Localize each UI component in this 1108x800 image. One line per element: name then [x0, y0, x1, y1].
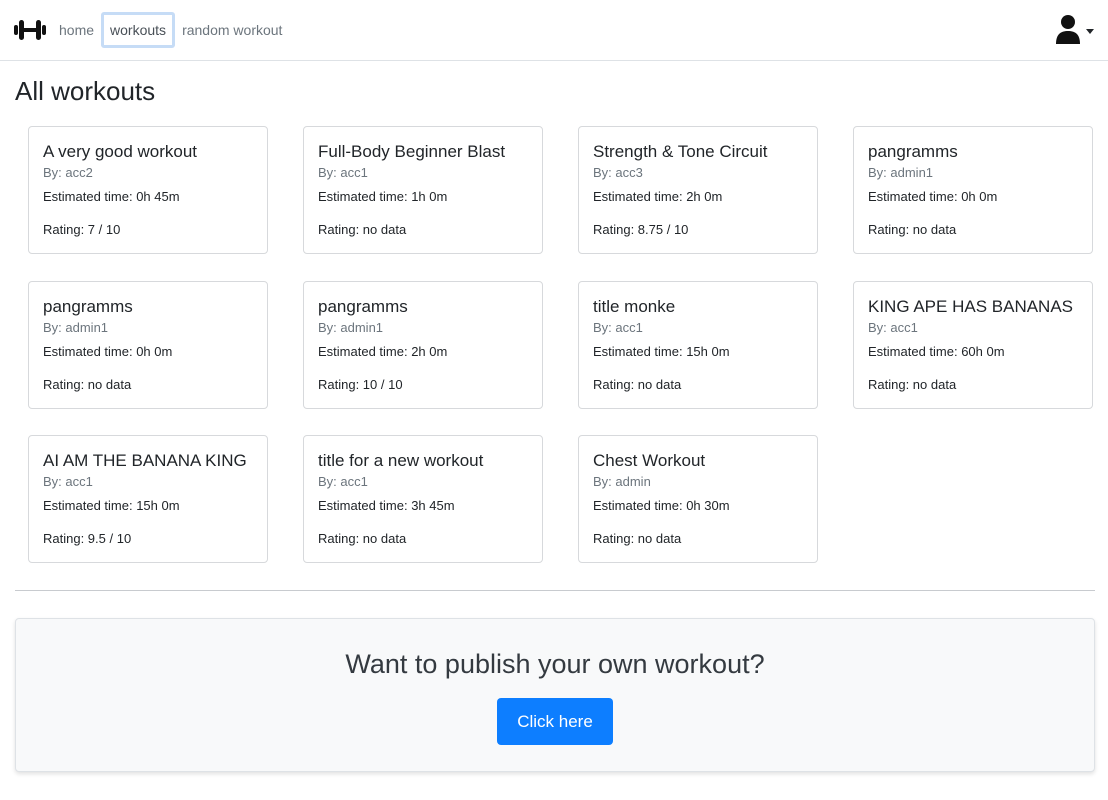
workout-title[interactable]: Strength & Tone Circuit — [593, 141, 803, 163]
workout-time: Estimated time: 2h 0m — [318, 344, 448, 359]
workout-time: Estimated time: 15h 0m — [43, 498, 180, 513]
workout-time: Estimated time: 15h 0m — [593, 344, 730, 359]
workout-author: By: admin1 — [43, 320, 109, 335]
dumbbell-icon[interactable] — [14, 16, 48, 44]
workout-time: Estimated time: 2h 0m — [593, 189, 723, 204]
workout-author: By: acc1 — [318, 474, 368, 489]
page-title: All workouts — [15, 76, 156, 106]
workout-rating: Rating: 8.75 / 10 — [593, 222, 689, 237]
workout-rating: Rating: no data — [593, 377, 682, 392]
workout-card[interactable]: pangramms By: admin1 Estimated time: 2h … — [303, 281, 543, 409]
workout-card[interactable]: pangramms By: admin1 Estimated time: 0h … — [28, 281, 268, 409]
workout-card[interactable]: title monke By: acc1 Estimated time: 15h… — [578, 281, 818, 409]
workout-title[interactable]: pangramms — [43, 296, 253, 318]
workout-card[interactable]: Chest Workout By: admin Estimated time: … — [578, 435, 818, 563]
workout-card[interactable]: pangramms By: admin1 Estimated time: 0h … — [853, 126, 1093, 254]
workout-rating: Rating: 10 / 10 — [318, 377, 403, 392]
workout-card[interactable]: Strength & Tone Circuit By: acc3 Estimat… — [578, 126, 818, 254]
workout-rating: Rating: 7 / 10 — [43, 222, 121, 237]
workout-card[interactable]: KING APE HAS BANANAS By: acc1 Estimated … — [853, 281, 1093, 409]
workout-rating: Rating: 9.5 / 10 — [43, 531, 132, 546]
workout-rating: Rating: no data — [43, 377, 132, 392]
workout-card[interactable]: A very good workout By: acc2 Estimated t… — [28, 126, 268, 254]
workout-title[interactable]: A very good workout — [43, 141, 253, 163]
workout-author: By: admin — [593, 474, 651, 489]
workout-title[interactable]: Chest Workout — [593, 450, 803, 472]
workout-rating: Rating: no data — [318, 531, 407, 546]
user-icon — [1055, 14, 1081, 49]
workout-card[interactable]: Full-Body Beginner Blast By: acc1 Estima… — [303, 126, 543, 254]
chevron-down-icon — [1086, 29, 1094, 34]
navbar: home workouts random workout — [0, 0, 1108, 61]
workout-title[interactable]: pangramms — [868, 141, 1078, 163]
workout-rating: Rating: no data — [318, 222, 407, 237]
nav-links: home workouts random workout — [52, 12, 289, 48]
workout-title[interactable]: KING APE HAS BANANAS — [868, 296, 1078, 318]
workout-card[interactable]: AI AM THE BANANA KING By: acc1 Estimated… — [28, 435, 268, 563]
nav-link-home[interactable]: home — [52, 12, 101, 48]
workout-title[interactable]: title for a new workout — [318, 450, 528, 472]
workout-author: By: acc1 — [43, 474, 93, 489]
workout-author: By: acc2 — [43, 165, 93, 180]
user-menu-toggle[interactable] — [1055, 14, 1094, 49]
workout-author: By: acc3 — [593, 165, 643, 180]
workout-card[interactable]: title for a new workout By: acc1 Estimat… — [303, 435, 543, 563]
workout-author: By: acc1 — [593, 320, 643, 335]
workout-title[interactable]: Full-Body Beginner Blast — [318, 141, 528, 163]
workout-author: By: acc1 — [868, 320, 918, 335]
workout-title[interactable]: pangramms — [318, 296, 528, 318]
workout-time: Estimated time: 0h 0m — [868, 189, 998, 204]
nav-link-workouts[interactable]: workouts — [101, 12, 176, 48]
workout-time: Estimated time: 0h 30m — [593, 498, 730, 513]
workout-rating: Rating: no data — [868, 377, 957, 392]
workout-author: By: acc1 — [318, 165, 368, 180]
nav-link-random-workout[interactable]: random workout — [175, 12, 289, 48]
workout-rating: Rating: no data — [593, 531, 682, 546]
workout-author: By: admin1 — [868, 165, 934, 180]
workout-title[interactable]: AI AM THE BANANA KING — [43, 450, 253, 472]
workout-rating: Rating: no data — [868, 222, 957, 237]
workout-time: Estimated time: 3h 45m — [318, 498, 455, 513]
publish-workout-banner: Want to publish your own workout? Click … — [15, 618, 1095, 772]
publish-heading: Want to publish your own workout? — [345, 649, 765, 679]
workout-author: By: admin1 — [318, 320, 384, 335]
workout-title[interactable]: title monke — [593, 296, 803, 318]
workout-time: Estimated time: 1h 0m — [318, 189, 448, 204]
publish-workout-button[interactable]: Click here — [497, 698, 613, 745]
workout-time: Estimated time: 60h 0m — [868, 344, 1005, 359]
workout-time: Estimated time: 0h 0m — [43, 344, 173, 359]
workout-time: Estimated time: 0h 45m — [43, 189, 180, 204]
section-divider — [15, 590, 1095, 591]
